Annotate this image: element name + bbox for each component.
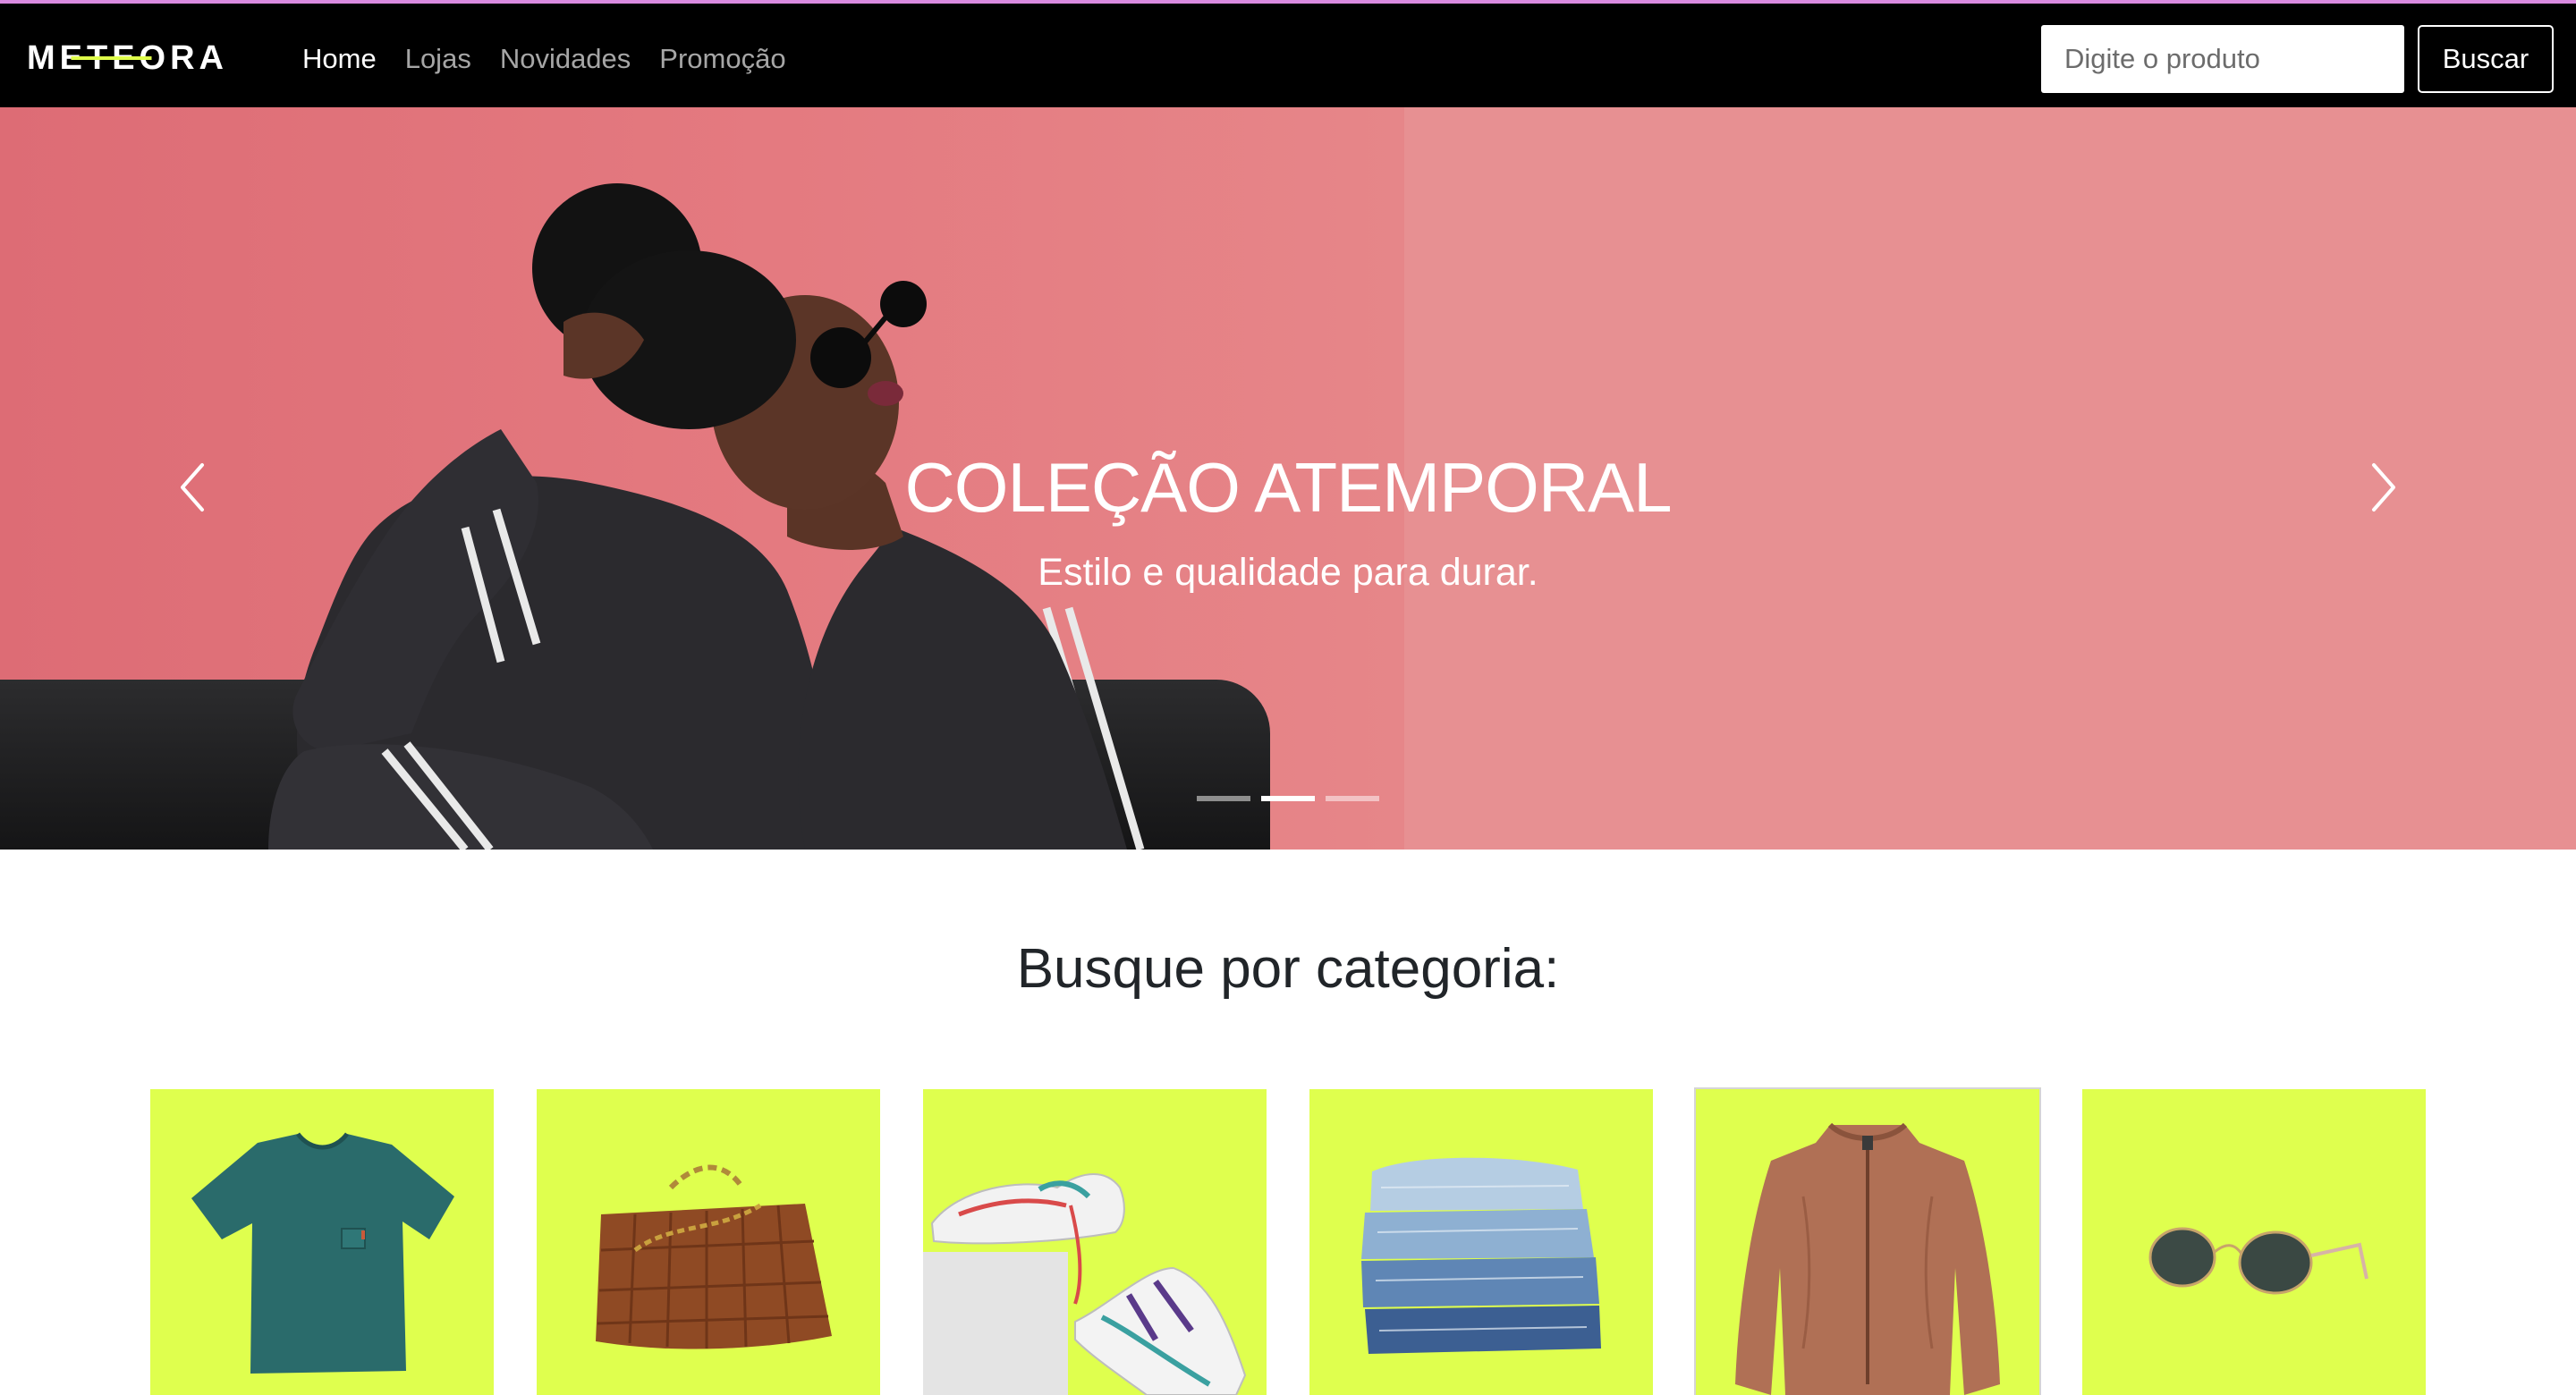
tshirt-icon [191, 1132, 454, 1374]
handbag-icon [596, 1164, 832, 1349]
category-card-jeans[interactable] [1309, 1089, 1653, 1395]
category-card-tshirt[interactable] [150, 1089, 494, 1395]
navbar: METEORA Home Lojas Novidades Promoção Bu… [0, 0, 2576, 107]
jeans-icon [1361, 1157, 1601, 1354]
chevron-right-icon [2372, 463, 2395, 512]
categories-title: Busque por categoria: [1016, 938, 1560, 1000]
sneakers-icon [923, 1173, 1247, 1395]
carousel-prev-button[interactable] [163, 447, 225, 528]
carousel-indicator-3[interactable] [1326, 796, 1379, 801]
nav-link-home[interactable]: Home [302, 39, 377, 79]
nav-links: Home Lojas Novidades Promoção [302, 39, 786, 79]
category-card-bags[interactable] [537, 1089, 880, 1395]
carousel-next-button[interactable] [2351, 447, 2413, 528]
category-card-sunglasses[interactable] [2082, 1089, 2426, 1395]
chevron-left-icon [181, 463, 204, 512]
nav-link-lojas[interactable]: Lojas [405, 39, 471, 79]
search-input[interactable] [2041, 25, 2404, 93]
nav-link-promocao[interactable]: Promoção [659, 39, 785, 79]
category-card-sneakers[interactable] [923, 1089, 1267, 1395]
hero-carousel: COLEÇÃO ATEMPORAL Estilo e qualidade par… [0, 107, 2576, 850]
hero-title: COLEÇÃO ATEMPORAL [904, 448, 1672, 527]
nav-link-novidades[interactable]: Novidades [500, 39, 631, 79]
search-button[interactable]: Buscar [2418, 25, 2554, 93]
carousel-indicator-1[interactable] [1197, 796, 1250, 801]
carousel-indicators [1197, 796, 1379, 801]
sunglasses-icon [2148, 1227, 2368, 1295]
logo-text: METEORA [27, 39, 228, 77]
logo[interactable]: METEORA [27, 39, 252, 77]
category-card-jackets[interactable] [1696, 1089, 2039, 1395]
category-list [150, 1089, 2426, 1395]
jacket-icon [1735, 1122, 2000, 1395]
carousel-indicator-2[interactable] [1261, 796, 1315, 801]
hero-subtitle: Estilo e qualidade para durar. [1038, 551, 1538, 594]
logo-accent-bar [27, 56, 228, 60]
